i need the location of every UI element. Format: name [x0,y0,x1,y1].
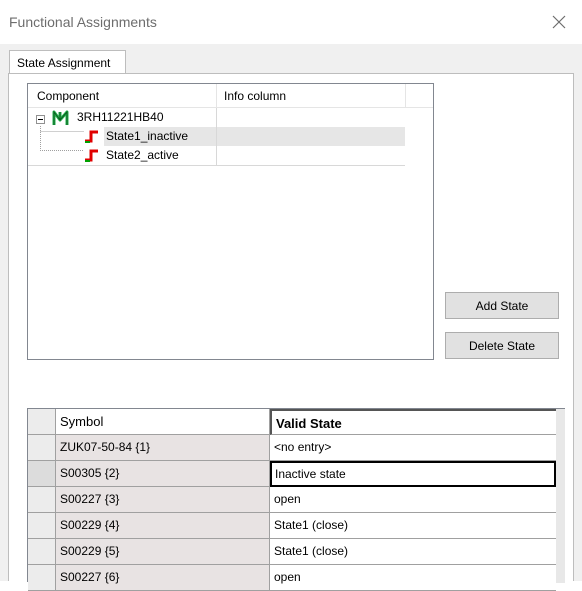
row-header[interactable] [28,487,56,513]
row-header[interactable] [28,435,56,461]
table-row[interactable]: S00229 {5} State1 (close) [28,539,556,565]
tree-rows-bottom-line [28,165,405,166]
symbol-cell: S00305 {2} [56,461,270,487]
state-label: State2_active [106,148,179,162]
state-label: State1_inactive [106,129,189,143]
tab-label: State Assignment [17,56,111,70]
column-header-valid-state[interactable]: Valid State [270,409,556,435]
title-bar: Functional Assignments [0,0,582,44]
table-row[interactable]: S00229 {4} State1 (close) [28,513,556,539]
table-row[interactable]: S00227 {3} open [28,487,556,513]
tab-state-assignment[interactable]: State Assignment [9,50,126,74]
state-icon [84,148,100,165]
tree-item-component[interactable]: 3RH11221HB40 [28,108,405,127]
symbol-cell: S00229 {4} [56,513,270,539]
window-title: Functional Assignments [9,14,157,30]
tree-item-state2[interactable]: State2_active [28,146,405,165]
info-cell [216,127,405,146]
grid-header-row: Symbol Valid State [28,409,556,435]
table-row[interactable]: ZUK07-50-84 {1} <no entry> [28,435,556,461]
column-divider[interactable] [405,84,406,108]
table-row[interactable]: S00305 {2} Inactive state [28,461,556,487]
valid-state-cell[interactable]: open [270,487,556,513]
info-cell [216,146,405,165]
grid-scrollbar[interactable] [556,409,565,583]
tab-panel: Component Info column 3RH11221HB40 State… [8,73,574,591]
row-header-corner[interactable] [28,409,56,435]
symbol-cell: S00227 {3} [56,487,270,513]
valid-state-cell[interactable]: State1 (close) [270,513,556,539]
row-header[interactable] [28,565,56,591]
symbol-state-grid[interactable]: Symbol Valid State ZUK07-50-84 {1} <no e… [27,408,565,591]
valid-state-cell[interactable]: open [270,565,556,591]
row-header[interactable] [28,461,56,487]
valid-state-cell[interactable]: <no entry> [270,435,556,461]
column-header-info[interactable]: Info column [224,89,286,103]
info-cell [216,108,405,127]
component-tree[interactable]: Component Info column 3RH11221HB40 State… [27,83,434,360]
symbol-cell: ZUK07-50-84 {1} [56,435,270,461]
row-header[interactable] [28,539,56,565]
collapse-icon[interactable] [36,113,45,127]
state-icon [84,129,100,146]
row-header[interactable] [28,513,56,539]
column-divider[interactable] [216,84,217,108]
table-row[interactable]: S00227 {6} open [28,565,556,591]
column-header-symbol[interactable]: Symbol [56,409,270,435]
delete-state-button[interactable]: Delete State [445,332,559,359]
tree-item-state1[interactable]: State1_inactive [28,127,405,146]
valid-state-cell[interactable]: State1 (close) [270,539,556,565]
valid-state-cell[interactable]: Inactive state [270,461,556,487]
add-state-button[interactable]: Add State [445,292,559,319]
dialog-client: State Assignment Component Info column 3… [0,44,582,591]
component-label: 3RH11221HB40 [77,110,164,124]
close-icon[interactable] [544,8,574,36]
component-icon [52,109,70,129]
symbol-cell: S00227 {6} [56,565,270,591]
symbol-cell: S00229 {5} [56,539,270,565]
